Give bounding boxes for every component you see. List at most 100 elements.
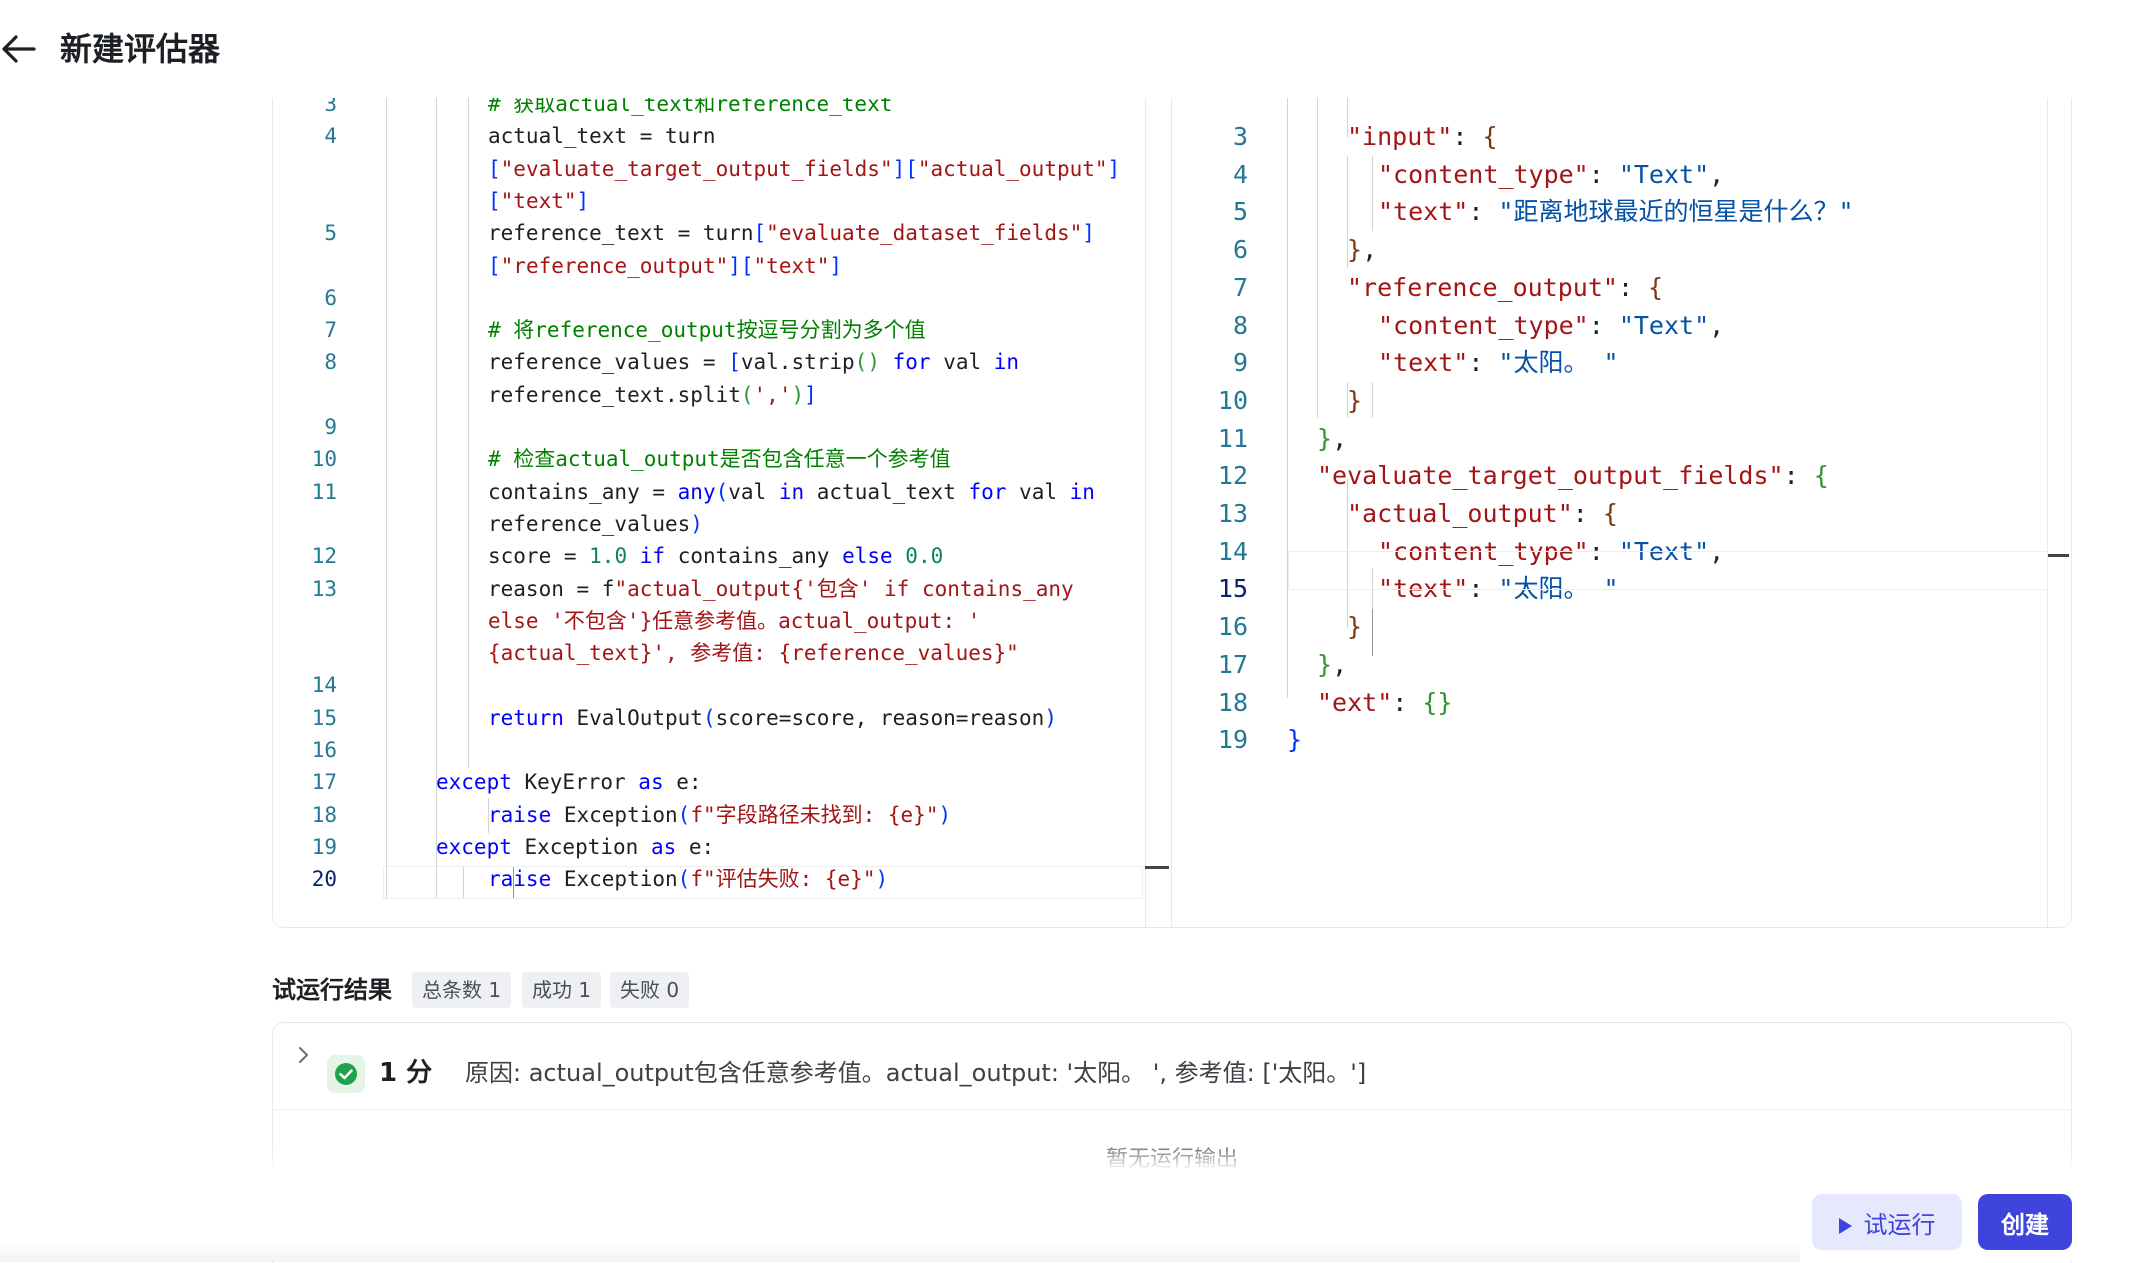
- code-token: :: [1588, 310, 1619, 340]
- code-line[interactable]: # 获取actual_text和reference_text: [488, 98, 892, 120]
- code-line[interactable]: score = 1.0 if contains_any else 0.0: [488, 540, 943, 572]
- code-token: "evaluate_target_output_fields": [500, 156, 893, 181]
- indent-guide: [1287, 98, 1288, 698]
- code-line[interactable]: contains_any = any(val in actual_text fo…: [488, 476, 1095, 508]
- code-line[interactable]: "input": {: [1347, 118, 1498, 156]
- code-token: any: [677, 479, 716, 504]
- code-token: "content_type": [1378, 159, 1589, 189]
- line-number: 3: [324, 98, 337, 116]
- indent-guide: [1347, 156, 1348, 268]
- code-token: reference_text.split: [488, 382, 741, 407]
- code-line[interactable]: ["evaluate_target_output_fields"]["actua…: [488, 153, 1120, 185]
- code-token: [: [488, 253, 501, 278]
- code-token: {: [1482, 122, 1498, 151]
- code-token: Exception: [511, 834, 651, 859]
- code-line[interactable]: "actual_output": {: [1347, 495, 1618, 533]
- code-line[interactable]: except Exception as e:: [436, 831, 714, 863]
- code-line[interactable]: # 将reference_output按逗号分割为多个值: [488, 314, 926, 346]
- code-token: reference_text = turn: [488, 221, 754, 246]
- row-divider: [273, 1109, 2071, 1110]
- code-token: reason = f: [488, 576, 615, 601]
- code-line[interactable]: except KeyError as e:: [436, 766, 702, 798]
- code-token: ]: [576, 188, 590, 213]
- code-token: ): [690, 511, 703, 536]
- json-editor-scroll-thumb[interactable]: [2047, 554, 2069, 557]
- code-line[interactable]: "content_type": "Text",: [1378, 307, 1724, 345]
- code-token: "actual_output": [917, 156, 1108, 181]
- code-line[interactable]: }: [1347, 608, 1362, 646]
- indent-guide: [1372, 609, 1373, 656]
- code-line[interactable]: },: [1347, 231, 1377, 269]
- line-number: 13: [311, 576, 337, 601]
- code-line[interactable]: ["reference_output"]["text"]: [488, 250, 842, 282]
- indent-guide: [386, 98, 387, 898]
- code-token: ,: [1362, 235, 1378, 265]
- arrow-left-icon: [2, 35, 36, 63]
- indent-guide: [436, 98, 437, 898]
- code-token: ][: [892, 156, 918, 181]
- code-editor[interactable]: 3 # 获取actual_text和reference_text 4 actual_t…: [273, 98, 1172, 927]
- current-line-highlight: [1288, 551, 2048, 590]
- line-number: 9: [324, 415, 337, 439]
- code-line[interactable]: },: [1317, 420, 1347, 458]
- code-line[interactable]: reference_text = turn["evaluate_dataset_…: [488, 217, 1095, 249]
- code-line[interactable]: actual_text = turn: [488, 120, 716, 152]
- code-token: "text": [1378, 197, 1469, 227]
- indent-guide: [488, 798, 489, 833]
- code-token: {}: [1422, 687, 1453, 717]
- code-line[interactable]: reference_values): [488, 508, 703, 540]
- code-line[interactable]: {actual_text}', 参考值: {reference_values}": [488, 637, 1019, 669]
- code-token: ,: [1709, 310, 1725, 340]
- code-token: "text": [500, 188, 577, 213]
- code-line[interactable]: }: [1287, 721, 1302, 759]
- code-line[interactable]: reason = f"actual_output{'包含' if contain…: [488, 573, 1074, 605]
- code-token: ,: [1709, 159, 1725, 189]
- result-score: 1 分: [379, 1058, 433, 1088]
- code-token: in: [1069, 479, 1095, 504]
- json-editor[interactable]: 3 "input": {4 "content_type": "Text", 5 "tex…: [1172, 98, 2071, 927]
- line-number: 5: [324, 221, 337, 246]
- code-token: }: [1347, 612, 1363, 642]
- code-line[interactable]: "evaluate_target_output_fields": {: [1317, 457, 1829, 495]
- code-line[interactable]: }: [1347, 382, 1362, 420]
- bottom-shadow: [0, 1240, 1800, 1262]
- editors-panel: 3 # 获取actual_text和reference_text 4 actual_t…: [272, 98, 2072, 928]
- code-line[interactable]: # 检查actual_output是否包含任意一个参考值: [488, 443, 951, 475]
- code-token: {: [1648, 272, 1664, 302]
- back-button[interactable]: [0, 26, 40, 72]
- code-line[interactable]: else '不包含'}任意参考值。actual_output: ': [488, 605, 980, 637]
- code-token: 1.0: [589, 544, 628, 569]
- line-number: 5: [1232, 197, 1248, 227]
- result-row[interactable]: 1 分 原因: actual_output包含任意参考值。actual_outp…: [273, 1023, 2071, 1109]
- code-token: (: [702, 705, 716, 730]
- code-token: {: [1602, 499, 1618, 528]
- trial-run-button[interactable]: 试运行: [1812, 1194, 1962, 1250]
- code-token: (: [677, 802, 691, 827]
- play-icon: [1838, 1217, 1852, 1234]
- code-line[interactable]: "content_type": "Text",: [1378, 156, 1724, 194]
- code-line[interactable]: ["text"]: [488, 185, 589, 217]
- code-token: "Text": [1618, 159, 1710, 189]
- code-token: val: [930, 350, 994, 375]
- code-line[interactable]: "reference_output": {: [1347, 269, 1663, 307]
- create-button[interactable]: 创建: [1978, 1194, 2072, 1250]
- expand-row-button[interactable]: [291, 1043, 315, 1067]
- code-token: (): [854, 350, 880, 375]
- code-token: :: [1452, 122, 1483, 151]
- code-token: actual_text: [804, 479, 969, 504]
- code-line[interactable]: "text": "距离地球最近的恒星是什么？": [1378, 193, 1854, 231]
- code-token: as: [650, 834, 677, 859]
- code-line[interactable]: return EvalOutput(score=score, reason=re…: [488, 702, 1057, 734]
- code-line[interactable]: },: [1317, 646, 1347, 684]
- code-line[interactable]: reference_text.split(',')]: [488, 379, 817, 411]
- code-line[interactable]: raise Exception(f"字段路径未找到: {e}"): [488, 799, 951, 831]
- code-editor-scrollbar[interactable]: [1145, 98, 1146, 927]
- code-line[interactable]: reference_values = [val.strip() for val …: [488, 346, 1019, 378]
- line-number: 11: [311, 479, 337, 504]
- code-editor-scroll-thumb[interactable]: [1145, 866, 1169, 869]
- code-line[interactable]: "ext": {}: [1317, 684, 1452, 722]
- json-editor-scrollbar[interactable]: [2047, 98, 2048, 927]
- code-line[interactable]: "text": "太阳。 ": [1378, 344, 1619, 382]
- code-token: except: [436, 834, 512, 859]
